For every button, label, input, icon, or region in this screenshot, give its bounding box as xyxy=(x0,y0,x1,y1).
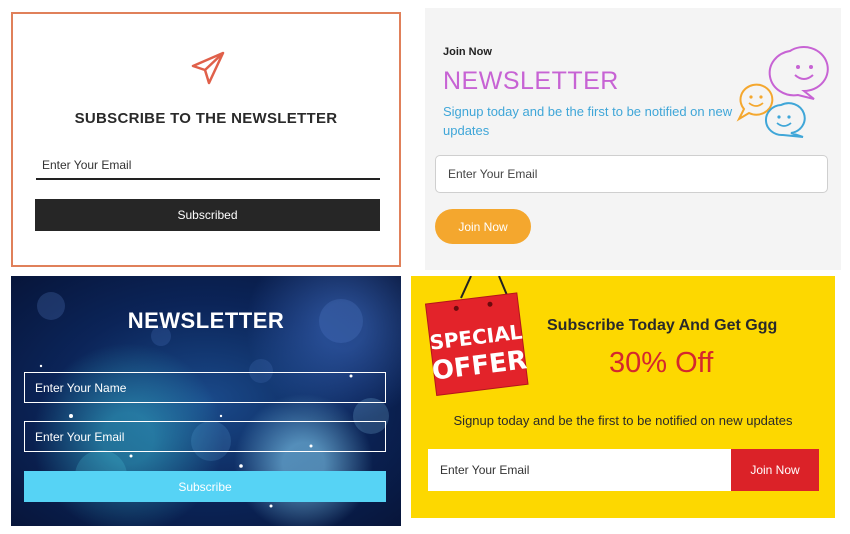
card-heading: Subscribe Today And Get Ggg xyxy=(547,317,778,334)
join-now-kicker: Join Now xyxy=(443,46,492,58)
offer-text: 30% Off xyxy=(609,347,714,379)
name-input[interactable] xyxy=(24,372,386,403)
newsletter-card-minimal: SUBSCRIBE TO THE NEWSLETTER Subscribed xyxy=(11,12,401,267)
newsletter-card-chat: Join Now NEWSLETTER Signup today and be … xyxy=(425,8,841,270)
newsletter-card-galaxy: NEWSLETTER Subscribe xyxy=(11,276,401,526)
chat-bubbles-smiley-icon xyxy=(736,46,829,138)
email-input[interactable] xyxy=(24,421,386,452)
paper-plane-icon xyxy=(191,51,225,85)
card-title: NEWSLETTER xyxy=(443,67,619,95)
join-now-button[interactable]: Join Now xyxy=(731,449,819,491)
subscribe-button[interactable]: Subscribe xyxy=(24,471,386,502)
email-input[interactable] xyxy=(36,152,380,180)
newsletter-card-offer: SPECIAL OFFER Subscribe Today And Get Gg… xyxy=(411,276,835,518)
card-description: Signup today and be the first to be noti… xyxy=(443,104,733,138)
join-now-button[interactable]: Join Now xyxy=(435,209,531,244)
email-input[interactable] xyxy=(435,155,828,193)
subscribed-button[interactable]: Subscribed xyxy=(35,199,380,231)
card-title: NEWSLETTER xyxy=(127,308,285,333)
special-offer-tag: SPECIAL OFFER xyxy=(425,276,529,396)
card-description: Signup today and be the first to be noti… xyxy=(453,413,793,428)
card-title: SUBSCRIBE TO THE NEWSLETTER xyxy=(74,110,338,127)
email-input[interactable] xyxy=(428,449,731,491)
